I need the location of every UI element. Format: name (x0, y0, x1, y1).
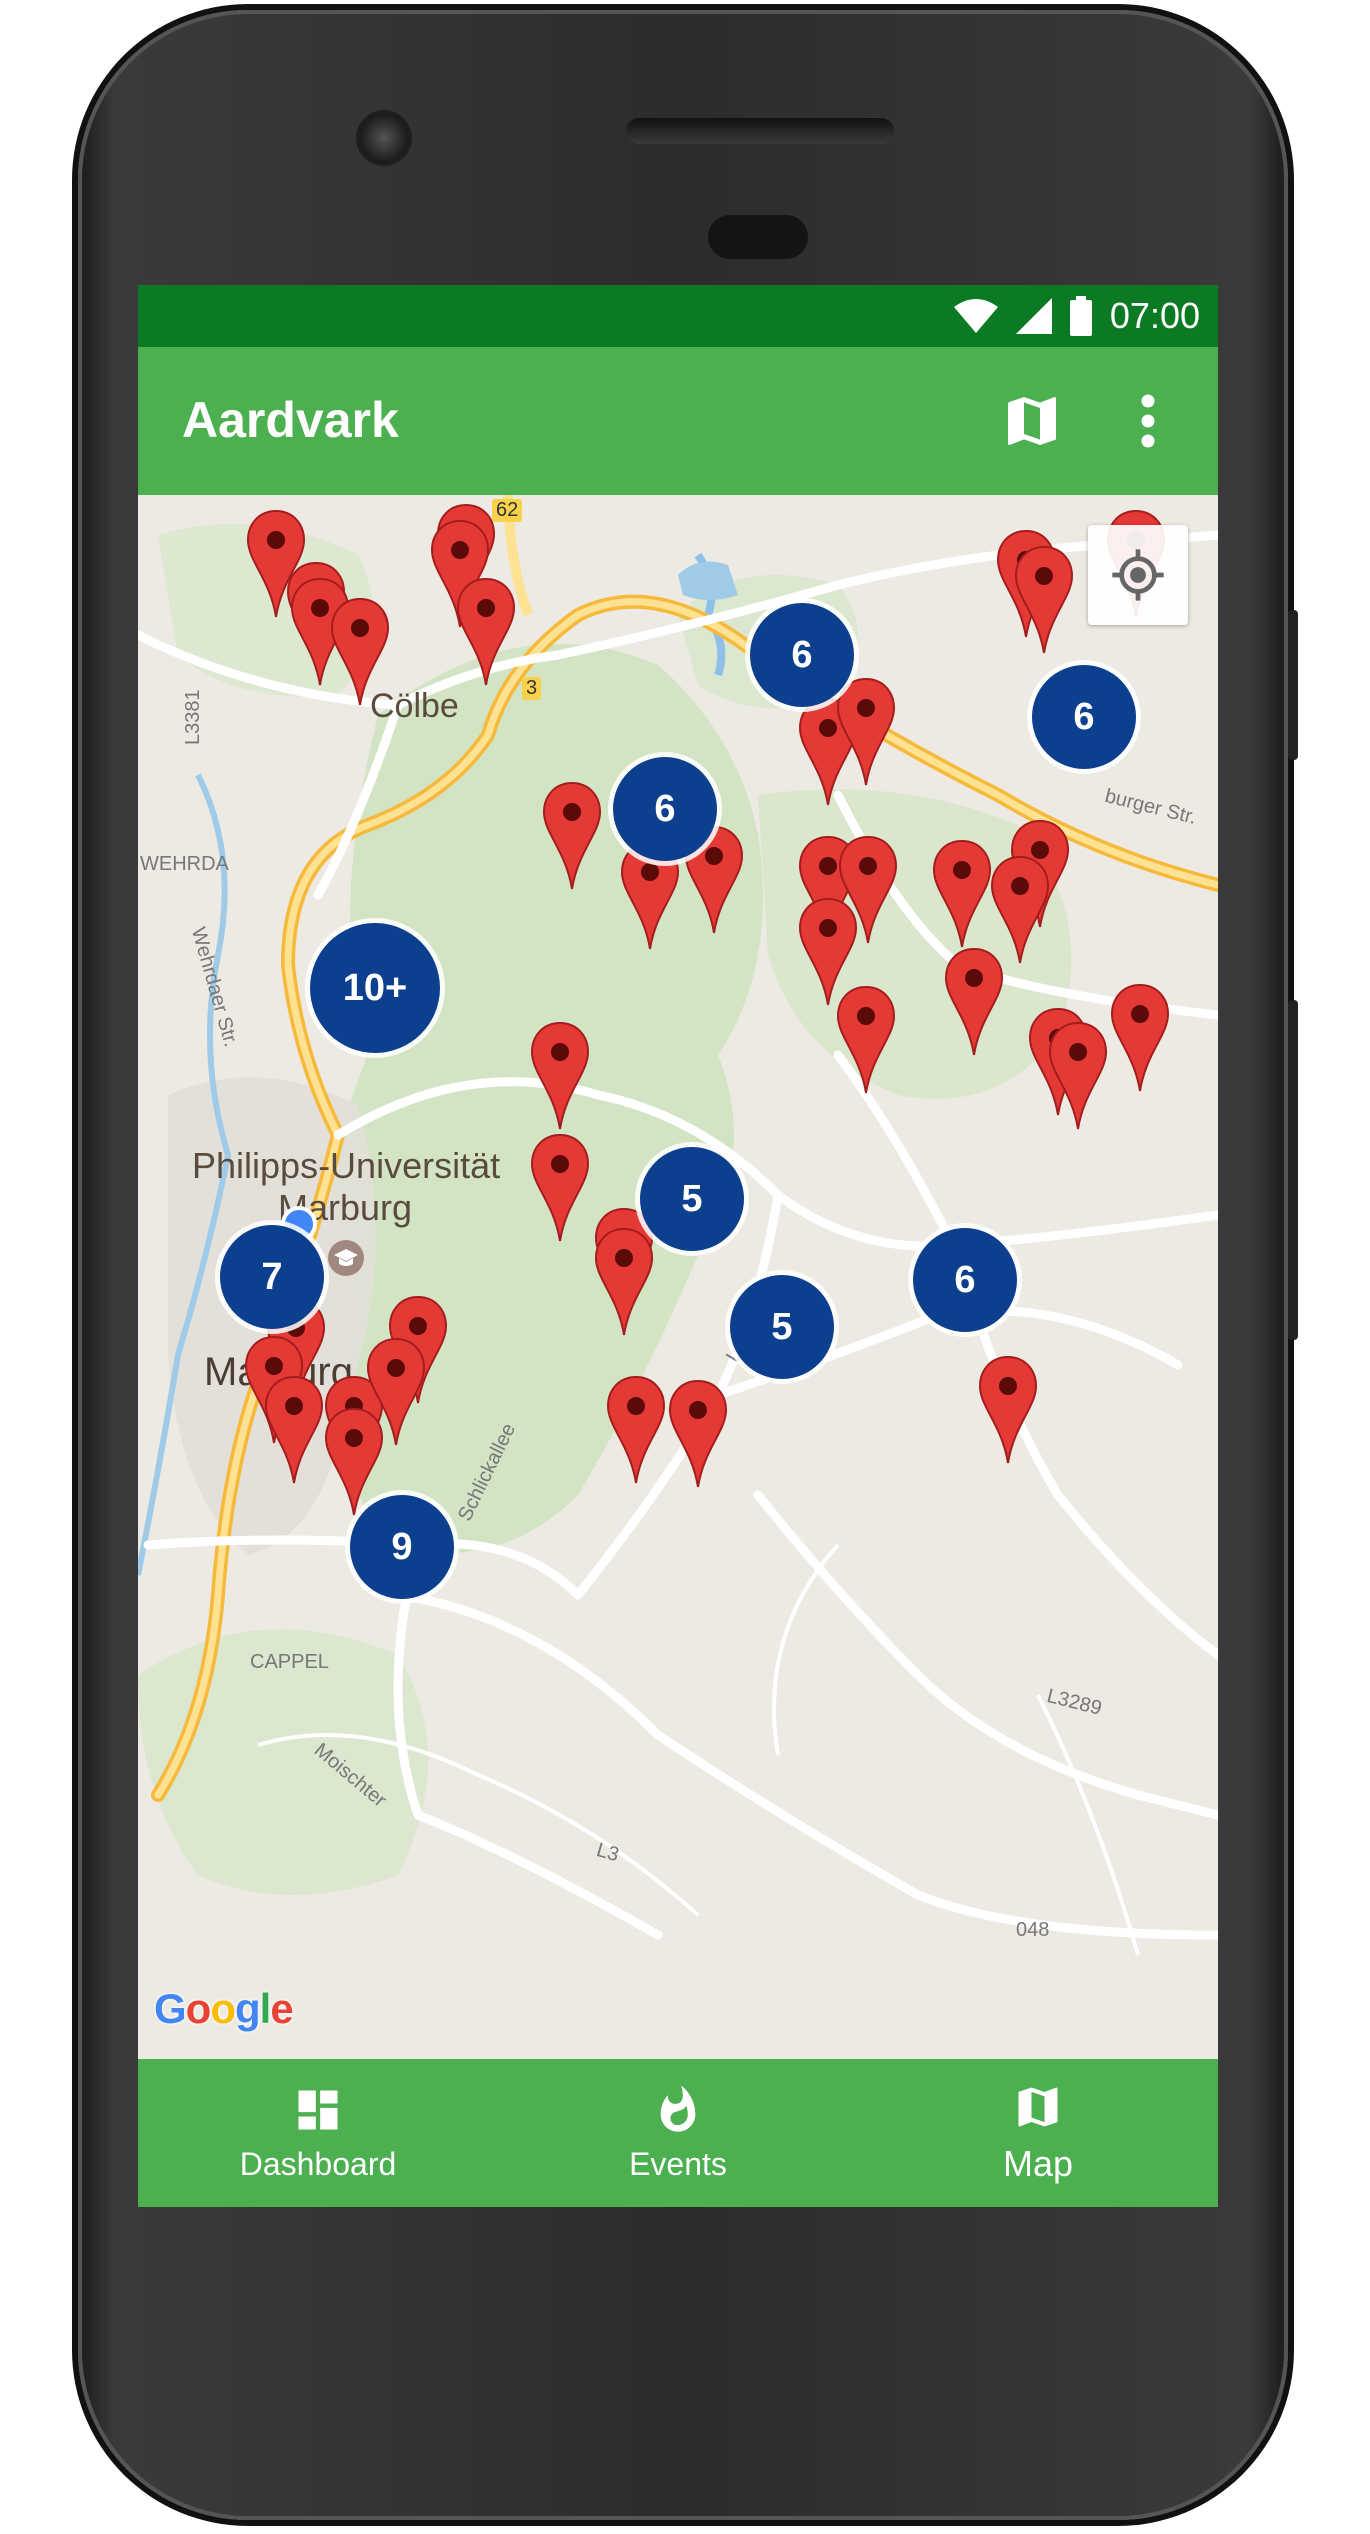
flame-icon (660, 2084, 696, 2132)
map-pin-icon[interactable] (324, 1407, 384, 1517)
marker-cluster[interactable]: 6 (750, 603, 854, 707)
screen: 07:00 Aardvark Cölbe WEHRDA Wehrdaer Str… (138, 285, 1218, 2207)
cell-signal-icon (1015, 298, 1052, 334)
earpiece-speaker (626, 118, 894, 144)
my-location-button[interactable] (1088, 525, 1188, 625)
map-pin-icon[interactable] (530, 1021, 590, 1131)
map-pin-icon[interactable] (594, 1227, 654, 1337)
app-title: Aardvark (182, 392, 399, 448)
status-time: 07:00 (1109, 295, 1200, 336)
marker-cluster[interactable]: 7 (220, 1225, 324, 1329)
map-label-university-line1: Philipps-Universität (192, 1145, 501, 1186)
app-bar: Aardvark (138, 347, 1218, 495)
map-pin-icon[interactable] (836, 677, 896, 787)
marker-cluster[interactable]: 10+ (310, 923, 440, 1053)
map-label-wehrda: WEHRDA (140, 853, 229, 875)
map-pin-icon[interactable] (542, 781, 602, 891)
map-pin-icon[interactable] (932, 839, 992, 949)
nav-dashboard[interactable]: Dashboard (138, 2059, 498, 2207)
map-view-icon[interactable] (1000, 389, 1064, 453)
road-shield-62: 62 (492, 499, 523, 522)
marker-cluster[interactable]: 5 (730, 1275, 834, 1379)
volume-button (1288, 610, 1298, 760)
map-icon (1018, 2087, 1058, 2127)
nav-map[interactable]: Map (858, 2059, 1218, 2207)
map-label-l3381: L3381 (182, 689, 204, 745)
proximity-sensor (708, 215, 808, 259)
marker-cluster[interactable]: 9 (350, 1495, 454, 1599)
more-options-icon[interactable] (1136, 391, 1160, 451)
nav-events[interactable]: Events (498, 2059, 858, 2207)
google-logo-text: Google (154, 1985, 294, 2032)
bottom-navigation: Dashboard Events Map (138, 2059, 1218, 2207)
map-pin-icon[interactable] (1048, 1021, 1108, 1131)
map-view[interactable]: Cölbe WEHRDA Wehrdaer Str. L3381 62 3 Ph… (138, 495, 1218, 2059)
map-label-cappel: CAPPEL (250, 1651, 329, 1673)
map-pin-icon[interactable] (330, 597, 390, 707)
map-label-048: 048 (1016, 1919, 1050, 1941)
map-pin-icon[interactable] (530, 1133, 590, 1243)
battery-icon (1069, 296, 1092, 336)
nav-map-label: Map (1002, 2143, 1074, 2184)
map-pin-icon[interactable] (1014, 545, 1074, 655)
map-pin-icon[interactable] (1110, 983, 1170, 1093)
google-logo: Google (154, 1985, 294, 2033)
marker-cluster[interactable]: 6 (613, 757, 717, 861)
wifi-icon (953, 299, 998, 333)
map-pin-icon[interactable] (668, 1379, 728, 1489)
power-button (1288, 1000, 1298, 1340)
marker-cluster[interactable]: 6 (1032, 665, 1136, 769)
map-pin-icon[interactable] (944, 947, 1004, 1057)
marker-cluster[interactable]: 6 (913, 1228, 1017, 1332)
front-camera (356, 110, 412, 166)
nav-events-label: Events (629, 2145, 727, 2182)
road-shield-3: 3 (522, 677, 542, 700)
map-pin-icon[interactable] (836, 985, 896, 1095)
map-pin-icon[interactable] (978, 1355, 1038, 1465)
status-bar: 07:00 (138, 285, 1218, 347)
map-pin-icon[interactable] (264, 1375, 324, 1485)
map-pin-icon[interactable] (456, 577, 516, 687)
university-icon[interactable] (326, 1238, 366, 1278)
nav-dashboard-label: Dashboard (239, 2145, 397, 2182)
marker-cluster[interactable]: 5 (640, 1147, 744, 1251)
my-location-icon (1112, 549, 1164, 601)
map-pin-icon[interactable] (606, 1375, 666, 1485)
dashboard-icon (298, 2090, 338, 2129)
